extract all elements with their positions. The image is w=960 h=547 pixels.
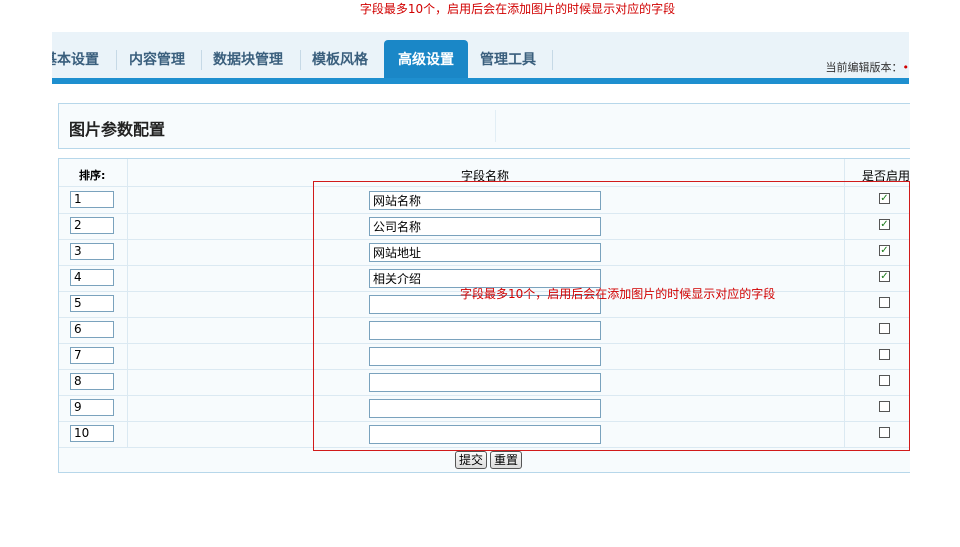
order-input[interactable]	[70, 373, 114, 390]
tab-advanced-settings[interactable]: 高级设置	[384, 40, 468, 78]
tab-divider	[300, 50, 301, 70]
order-input[interactable]	[70, 321, 114, 338]
tab-management-tools[interactable]: 管理工具	[480, 45, 536, 75]
annotation-note: 字段最多10个，启用后会在添加图片的时候显示对应的字段	[460, 287, 776, 301]
order-input[interactable]	[70, 295, 114, 312]
header-order: 排序:	[79, 169, 106, 182]
nav-accent-bar	[52, 78, 909, 84]
tab-divider	[116, 50, 117, 70]
tab-data-block-management[interactable]: 数据块管理	[213, 45, 283, 75]
form-actions: 提交 重置	[455, 451, 525, 469]
current-version-label: 当前编辑版本：•	[825, 61, 910, 74]
top-annotation: 字段最多10个，启用后会在添加图片的时候显示对应的字段	[359, 2, 676, 16]
top-nav: 基本设置 内容管理 数据块管理 模板风格 高级设置 管理工具 当前编辑版本：•	[52, 32, 909, 84]
annotation-highlight-box	[313, 181, 910, 451]
config-panel-header: 图片参数配置	[58, 103, 910, 149]
tab-template-style[interactable]: 模板风格	[312, 45, 368, 75]
tab-divider	[201, 50, 202, 70]
order-input[interactable]	[70, 425, 114, 442]
order-input[interactable]	[70, 269, 114, 286]
order-input[interactable]	[70, 399, 114, 416]
order-input[interactable]	[70, 347, 114, 364]
tab-basic-settings[interactable]: 基本设置	[52, 45, 99, 75]
submit-button[interactable]: 提交	[455, 451, 488, 469]
reset-button[interactable]: 重置	[490, 451, 523, 469]
tab-content-management[interactable]: 内容管理	[129, 45, 185, 75]
order-input[interactable]	[70, 191, 114, 208]
tab-divider	[552, 50, 553, 70]
order-input[interactable]	[70, 217, 114, 234]
page-title: 图片参数配置	[69, 120, 166, 139]
panel-divider	[495, 110, 496, 142]
order-input[interactable]	[70, 243, 114, 260]
